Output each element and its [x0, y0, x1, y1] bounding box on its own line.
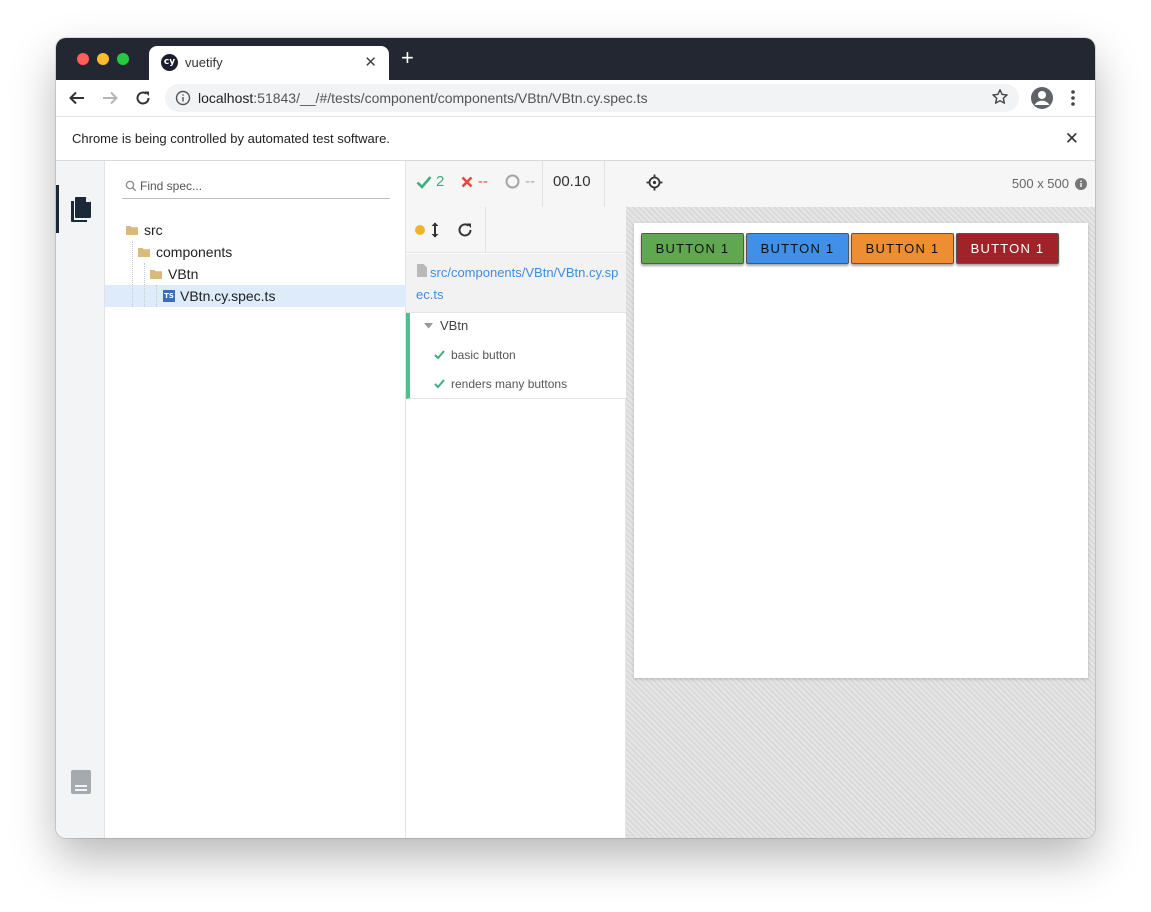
tree-label: components	[156, 244, 233, 260]
test-suite: VBtn basic button renders many buttons	[406, 313, 626, 399]
test-item[interactable]: basic button	[434, 348, 516, 362]
back-button[interactable]	[66, 87, 88, 109]
search-icon	[125, 180, 137, 192]
check-icon	[434, 379, 445, 389]
book-icon[interactable]	[70, 769, 92, 795]
divider	[485, 207, 486, 253]
star-icon[interactable]	[991, 88, 1009, 106]
profile-icon[interactable]	[1030, 86, 1054, 110]
vbtn-red[interactable]: BUTTON 1	[956, 233, 1059, 264]
app-under-test-panel: 500 x 500 BUTTON 1 BUTTON 1 BUTTON 1 BUT…	[626, 161, 1095, 838]
active-nav-indicator	[56, 185, 59, 233]
vbtn-green[interactable]: BUTTON 1	[641, 233, 744, 264]
divider	[542, 161, 543, 207]
vbtn-label: BUTTON 1	[970, 241, 1045, 256]
expand-collapse-icon[interactable]	[430, 221, 440, 239]
tree-folder-vbtn[interactable]: VBtn	[150, 263, 198, 285]
divider	[604, 161, 605, 207]
reporter-panel: 2 -- -- 00.10 src/components/VBtn/VBtn.c…	[406, 161, 626, 838]
x-icon	[461, 176, 473, 187]
aut-iframe: BUTTON 1 BUTTON 1 BUTTON 1 BUTTON 1	[634, 223, 1088, 678]
reload-icon	[136, 91, 150, 105]
automation-infobar: Chrome is being controlled by automated …	[56, 117, 1095, 161]
suite-label: VBtn	[440, 318, 469, 333]
folder-icon	[138, 248, 150, 257]
address-bar[interactable]: localhost:51843/__/#/tests/component/com…	[165, 84, 1019, 112]
vbtn-label: BUTTON 1	[760, 241, 835, 256]
new-tab-button[interactable]: +	[401, 47, 414, 69]
tree-label: VBtn	[168, 266, 199, 282]
tree-guide	[132, 241, 133, 307]
browser-toolbar: localhost:51843/__/#/tests/component/com…	[56, 80, 1095, 117]
typescript-file-icon: TS	[163, 290, 175, 302]
spec-search-input[interactable]	[140, 177, 385, 195]
failed-value: --	[478, 173, 488, 190]
check-icon	[434, 350, 445, 360]
spec-file-header: src/components/VBtn/VBtn.cy.spec.ts	[406, 254, 626, 313]
spec-file-path[interactable]: src/components/VBtn/VBtn.cy.spec.ts	[416, 262, 621, 306]
pending-circle-icon	[505, 174, 520, 189]
aut-header: 500 x 500	[626, 161, 1095, 207]
browser-tab[interactable]: cy vuetify ✕	[149, 46, 389, 80]
files-icon[interactable]	[69, 195, 93, 223]
reporter-stats: 2 -- -- 00.10	[406, 161, 626, 207]
viewport-size-label: 500 x 500	[1011, 176, 1069, 191]
info-icon[interactable]	[175, 90, 191, 106]
url-host: localhost	[198, 90, 254, 106]
folder-icon	[150, 270, 162, 279]
specs-panel: src components VBtn TS VBtn.cy.spec.ts	[105, 161, 406, 838]
title-bar: cy vuetify ✕ +	[56, 38, 1095, 80]
minimize-window-button[interactable]	[97, 53, 109, 65]
spec-search	[122, 175, 390, 199]
pending-value: --	[525, 173, 535, 190]
test-item[interactable]: renders many buttons	[434, 377, 567, 391]
test-label: renders many buttons	[451, 377, 568, 391]
selector-playground-icon[interactable]	[646, 174, 663, 191]
passed-count: 2	[416, 173, 444, 190]
tab-close-icon[interactable]: ✕	[364, 53, 377, 71]
infobar-close-icon[interactable]: ✕	[1065, 129, 1079, 149]
cypress-app: src components VBtn TS VBtn.cy.spec.ts 2	[56, 161, 1095, 838]
more-vert-icon[interactable]	[1066, 88, 1080, 108]
info-icon[interactable]	[1075, 177, 1087, 190]
duration-value: 00.10	[553, 173, 591, 190]
tree-guide	[144, 263, 145, 307]
left-nav	[56, 161, 105, 838]
vbtn-label: BUTTON 1	[865, 241, 940, 256]
check-icon	[416, 175, 432, 189]
vbtn-label: BUTTON 1	[655, 241, 730, 256]
folder-icon	[126, 226, 138, 235]
pending-count: --	[505, 173, 535, 190]
suite-title[interactable]: VBtn	[424, 318, 468, 333]
reporter-controls	[406, 207, 626, 253]
running-status-dot	[415, 225, 425, 235]
vbtn-blue[interactable]: BUTTON 1	[746, 233, 849, 264]
caret-down-icon	[424, 322, 433, 328]
tree-folder-components[interactable]: components	[138, 241, 232, 263]
passed-value: 2	[436, 173, 445, 190]
reload-button[interactable]	[132, 87, 154, 109]
infobar-message: Chrome is being controlled by automated …	[72, 131, 390, 146]
tree-file-vbtn-spec[interactable]: TS VBtn.cy.spec.ts	[163, 285, 275, 307]
close-window-button[interactable]	[77, 53, 89, 65]
url-path: :51843/__/#/tests/component/components/V…	[253, 90, 648, 106]
url-text: localhost:51843/__/#/tests/component/com…	[198, 90, 648, 106]
arrow-right-icon	[103, 91, 118, 105]
browser-window: cy vuetify ✕ + localhost:51843/__/#/test…	[56, 38, 1095, 838]
cypress-favicon-icon: cy	[161, 54, 178, 71]
vbtn-orange[interactable]: BUTTON 1	[851, 233, 954, 264]
duration: 00.10	[553, 173, 591, 190]
tree-label: src	[144, 222, 163, 238]
tab-title: vuetify	[185, 55, 223, 70]
maximize-window-button[interactable]	[117, 53, 129, 65]
viewport-size: 500 x 500	[1012, 176, 1087, 191]
tree-guide	[156, 285, 157, 307]
test-label: basic button	[451, 348, 516, 362]
arrow-left-icon	[69, 91, 84, 105]
rerun-icon[interactable]	[457, 222, 473, 238]
tree-label: VBtn.cy.spec.ts	[180, 288, 276, 304]
tree-folder-src[interactable]: src	[126, 219, 163, 241]
forward-button[interactable]	[99, 87, 121, 109]
failed-count: --	[461, 173, 488, 190]
